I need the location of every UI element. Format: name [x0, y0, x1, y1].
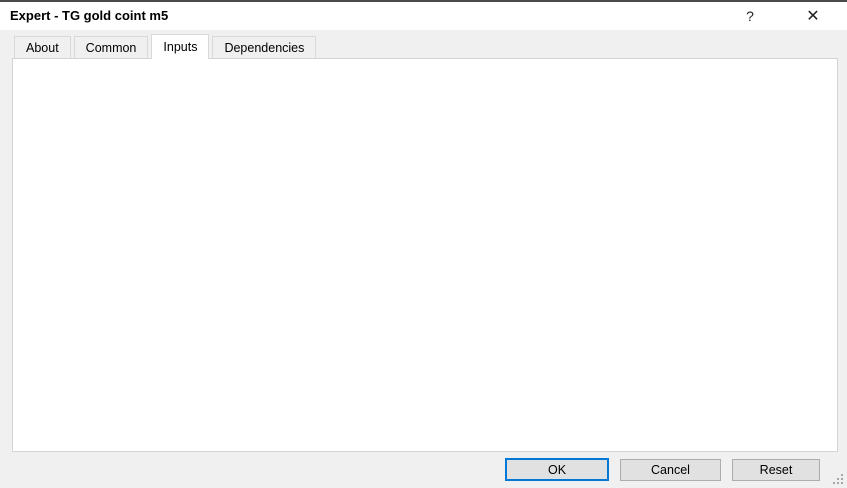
tab-about[interactable]: About	[14, 36, 71, 58]
ok-button[interactable]: OK	[505, 458, 609, 481]
inputs-tab-page	[12, 58, 838, 452]
help-button[interactable]: ?	[735, 2, 765, 30]
resize-grip-icon[interactable]	[832, 473, 844, 485]
cancel-button[interactable]: Cancel	[620, 459, 721, 481]
title-bar[interactable]: Expert - TG gold coint m5 ? ✕	[0, 2, 847, 30]
reset-button[interactable]: Reset	[732, 459, 820, 481]
tab-common[interactable]: Common	[74, 36, 149, 58]
window-title: Expert - TG gold coint m5	[10, 2, 168, 30]
tab-dependencies[interactable]: Dependencies	[212, 36, 316, 58]
close-icon[interactable]: ✕	[798, 2, 828, 30]
tab-strip: About Common Inputs Dependencies	[14, 36, 316, 58]
tab-inputs[interactable]: Inputs	[151, 34, 209, 59]
